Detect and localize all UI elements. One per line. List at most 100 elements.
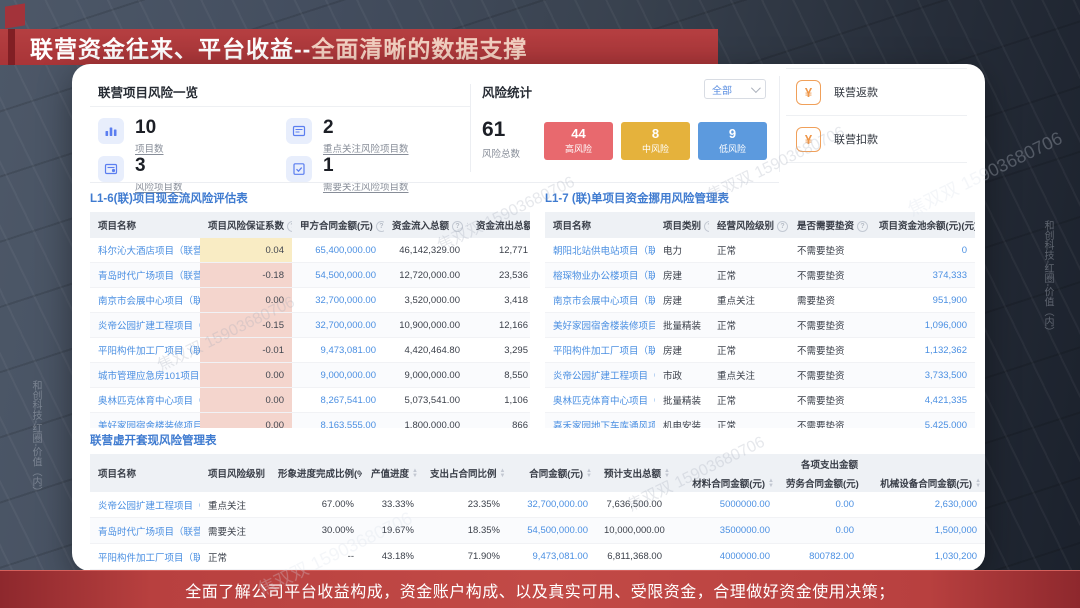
table-row: 青岛时代广场项目（联营）需要关注30.00%19.67%18.35%54,500… xyxy=(90,518,985,544)
info-icon[interactable]: ? xyxy=(452,221,463,232)
sort-icon[interactable]: ▲▼ xyxy=(975,479,981,489)
table-cell[interactable]: 9,473,081.00 xyxy=(508,544,596,570)
stat-label[interactable]: 项目数 xyxy=(135,141,164,155)
action-1[interactable]: ¥联营返款 xyxy=(786,68,967,116)
project-name-link[interactable]: 青岛时代广场项目（联营） xyxy=(90,518,200,544)
project-name-link[interactable]: 平阳构件加工厂项目（联... xyxy=(545,338,655,363)
project-name-link[interactable]: 南京市会展中心项目（联... xyxy=(545,288,655,313)
project-name-link[interactable]: 平阳构件加工厂项目（联... xyxy=(90,338,200,363)
project-name-link[interactable]: 奥林匹克体育中心项目（... xyxy=(545,388,655,413)
table-cell[interactable]: 1,030,200 xyxy=(862,544,985,570)
risk-level-box-1[interactable]: 44高风险 xyxy=(544,122,613,160)
project-name-link[interactable]: 美好家园宿舍楼装修项目... xyxy=(545,313,655,338)
project-name-link[interactable]: 奥林匹克体育中心项目（... xyxy=(90,388,200,413)
table-cell[interactable]: 5000000.00 xyxy=(670,492,778,518)
table-cell[interactable]: 5,425,000 xyxy=(871,413,975,429)
watermark: 和创科技-红圈-价值（内） xyxy=(1040,220,1055,337)
table-cell[interactable]: 3,733,500 xyxy=(871,363,975,388)
table-cell: 不需要垫资 xyxy=(789,313,871,338)
dashboard-card: 联营项目风险一览 10项目数2重点关注风险项目数3风险项目数1需要关注风险项目数… xyxy=(72,64,985,571)
column-header[interactable]: 资金流出总额?▲▼ xyxy=(468,212,530,238)
project-name-link[interactable]: 城市管理应急房101项目... xyxy=(90,363,200,388)
risk-projects-icon xyxy=(98,156,124,182)
table-cell: 0.00 xyxy=(200,388,292,413)
table-cell: 6,811,368.00 xyxy=(596,544,670,570)
sort-icon[interactable]: ▲▼ xyxy=(664,469,670,479)
table-row: 科尔沁大酒店项目（联营）0.0465,400,000.0046,142,329.… xyxy=(90,238,530,263)
sort-icon[interactable]: ▲▼ xyxy=(586,469,592,479)
risk-filter-select[interactable]: 全部 xyxy=(704,79,766,99)
sort-icon[interactable]: ▲▼ xyxy=(412,469,418,479)
table-cell[interactable]: 951,900 xyxy=(871,288,975,313)
column-header[interactable]: 经营风险级别? xyxy=(709,212,789,238)
project-name-link[interactable]: 炎帝公园扩建工程项目（... xyxy=(545,363,655,388)
column-header[interactable]: 项目资金池余额(元)(元)? xyxy=(871,212,975,238)
project-name-link[interactable]: 美好家园宿舍楼装修项目... xyxy=(90,413,200,429)
table-cell[interactable]: 32,700,000.00 xyxy=(508,492,596,518)
sort-icon[interactable]: ▲▼ xyxy=(768,479,774,489)
table-cell: 不需要垫资 xyxy=(789,238,871,263)
table-cell[interactable]: 1,132,362 xyxy=(871,338,975,363)
table-cell[interactable]: 54,500,000.00 xyxy=(508,518,596,544)
column-header[interactable]: 是否需要垫资? xyxy=(789,212,871,238)
project-name-link[interactable]: 炎帝公园扩建工程项目（联... xyxy=(90,492,200,518)
project-name-link[interactable]: 榕琛物业办公楼项目（联... xyxy=(545,263,655,288)
table-cell: 不需要垫资 xyxy=(789,263,871,288)
table-cell: -0.18 xyxy=(200,263,292,288)
info-icon[interactable]: ? xyxy=(704,221,709,232)
table-row: 炎帝公园扩建工程项目（...-0.1532,700,000.0010,900,0… xyxy=(90,313,530,338)
project-name-link[interactable]: 朝阳北站供电站项目（联... xyxy=(545,238,655,263)
table-cell[interactable]: 65,400,000.00 xyxy=(292,238,384,263)
action-2[interactable]: ¥联营扣款 xyxy=(786,116,967,163)
column-header[interactable]: 资金流入总额?▲▼ xyxy=(384,212,468,238)
column-header[interactable]: 项目风险保证系数?▲▼ xyxy=(200,212,292,238)
table-cell[interactable]: 8,163,555.00 xyxy=(292,413,384,429)
table-cell[interactable]: 0.00 xyxy=(778,518,862,544)
project-name-link[interactable]: 嘉禾家园地下车库通风项... xyxy=(545,413,655,429)
risk-level-box-3[interactable]: 9低风险 xyxy=(698,122,767,160)
table-cell[interactable]: 54,500,000.00 xyxy=(292,263,384,288)
table-cell[interactable]: 0.00 xyxy=(778,492,862,518)
sort-icon[interactable]: ▲▼ xyxy=(466,221,468,231)
info-icon[interactable]: ? xyxy=(287,221,292,232)
table-cell[interactable]: 4000000.00 xyxy=(670,544,778,570)
table-cell[interactable]: 9,473,081.00 xyxy=(292,338,384,363)
table-cell[interactable]: 1,096,000 xyxy=(871,313,975,338)
stat-value: 2 xyxy=(323,118,409,138)
risk-level-box-2[interactable]: 8中风险 xyxy=(621,122,690,160)
table-cell[interactable]: 9,000,000.00 xyxy=(292,363,384,388)
column-header[interactable]: 支出占合同比例▲▼ xyxy=(422,454,508,492)
table-cell[interactable]: 2,630,000 xyxy=(862,492,985,518)
table-cell[interactable]: 4,421,335 xyxy=(871,388,975,413)
info-icon[interactable]: ? xyxy=(777,221,788,232)
project-name-link[interactable]: 炎帝公园扩建工程项目（... xyxy=(90,313,200,338)
cashflow-table-section: L1-6(联)项目现金流风险评估表 项目名称项目风险保证系数?▲▼甲方合同金额(… xyxy=(90,190,530,428)
column-header[interactable]: 劳务合同金额(元)▲▼ xyxy=(778,473,862,492)
info-icon[interactable]: ? xyxy=(857,221,868,232)
column-header[interactable]: 项目类别? xyxy=(655,212,709,238)
column-header[interactable]: 产值进度▲▼ xyxy=(362,454,422,492)
column-header[interactable]: 材料合同金额(元)▲▼ xyxy=(670,473,778,492)
table-cell[interactable]: 800782.00 xyxy=(778,544,862,570)
info-icon[interactable]: ? xyxy=(376,221,384,232)
table-row: 平阳构件加工厂项目（联...-0.019,473,081.004,420,464… xyxy=(90,338,530,363)
stat-label[interactable]: 重点关注风险项目数 xyxy=(323,141,409,155)
project-name-link[interactable]: 科尔沁大酒店项目（联营） xyxy=(90,238,200,263)
column-header[interactable]: 合同金额(元)▲▼ xyxy=(508,454,596,492)
column-header[interactable]: 甲方合同金额(元)?▲▼ xyxy=(292,212,384,238)
project-name-link[interactable]: 青岛时代广场项目（联营） xyxy=(90,263,200,288)
table-cell[interactable]: 8,267,541.00 xyxy=(292,388,384,413)
fraud-table: 项目名称项目风险级别形象进度完成比例(%)产值进度▲▼支出占合同比例▲▼合同金额… xyxy=(90,454,985,570)
table-cell[interactable]: 32,700,000.00 xyxy=(292,288,384,313)
page-title-highlight: 全面清晰的数据支撑 xyxy=(311,36,527,62)
project-name-link[interactable]: 平阳构件加工厂项目（联营） xyxy=(90,544,200,570)
table-cell[interactable]: 3500000.00 xyxy=(670,518,778,544)
table-cell[interactable]: 374,333 xyxy=(871,263,975,288)
project-name-link[interactable]: 南京市会展中心项目（联... xyxy=(90,288,200,313)
column-header[interactable]: 预计支出总额▲▼ xyxy=(596,454,670,492)
sort-icon[interactable]: ▲▼ xyxy=(500,469,506,479)
column-header[interactable]: 机械设备合同金额(元)▲▼ xyxy=(862,473,985,492)
table-cell[interactable]: 0 xyxy=(871,238,975,263)
table-cell[interactable]: 32,700,000.00 xyxy=(292,313,384,338)
table-cell[interactable]: 1,500,000 xyxy=(862,518,985,544)
